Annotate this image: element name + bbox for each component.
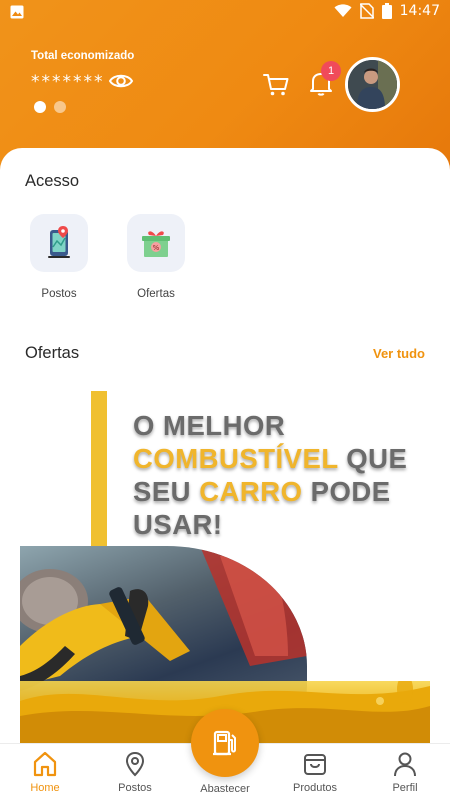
- status-bar: 14:47: [0, 0, 450, 26]
- content-card: Acesso Postos % Ofertas Ofertas Ver tudo…: [0, 148, 450, 748]
- map-phone-icon: [48, 226, 70, 258]
- nav-postos[interactable]: Postos: [100, 750, 170, 794]
- banner-text-part: PODE: [302, 476, 391, 507]
- nav-label: Home: [30, 782, 60, 794]
- eye-icon[interactable]: [108, 68, 134, 94]
- home-icon: [33, 751, 57, 777]
- banner-headline: O MELHOR COMBUSTÍVEL QUE SEU CARRO PODE …: [133, 409, 423, 541]
- wifi-icon: [334, 4, 352, 17]
- map-pin-icon: [125, 751, 145, 777]
- banner-line-4: USAR!: [133, 509, 223, 540]
- refuel-button[interactable]: [191, 709, 259, 777]
- total-saved-value: *******: [31, 72, 105, 92]
- status-time: 14:47: [399, 3, 440, 19]
- offer-banner[interactable]: O MELHOR COMBUSTÍVEL QUE SEU CARRO PODE …: [20, 391, 430, 746]
- offers-title: Ofertas: [25, 344, 80, 362]
- svg-text:%: %: [153, 244, 160, 252]
- banner-line-1: O MELHOR: [133, 410, 286, 441]
- avatar-photo: [348, 60, 397, 109]
- battery-icon: [381, 3, 392, 19]
- notification-badge: 1: [321, 61, 341, 81]
- banner-line-3: SEU CARRO PODE: [133, 475, 423, 508]
- user-icon: [394, 752, 416, 777]
- access-tile[interactable]: [30, 214, 88, 272]
- no-sim-icon: [359, 3, 374, 19]
- access-item-postos[interactable]: Postos: [29, 214, 89, 300]
- banner-text-part: QUE: [338, 443, 408, 474]
- nav-label-abastecer[interactable]: Abastecer: [185, 783, 265, 795]
- fuel-pump-icon: [213, 730, 236, 756]
- carousel-dot-active[interactable]: [34, 101, 46, 113]
- carousel-dot[interactable]: [54, 101, 66, 113]
- total-saved-label: Total economizado: [31, 50, 135, 62]
- see-all-link[interactable]: Ver tudo: [373, 346, 425, 361]
- nav-label: Postos: [118, 782, 152, 794]
- nav-produtos[interactable]: Produtos: [280, 750, 350, 794]
- access-item-ofertas[interactable]: % Ofertas: [126, 214, 186, 300]
- nav-home[interactable]: Home: [10, 750, 80, 794]
- nav-label: Produtos: [292, 782, 338, 794]
- gallery-icon: [10, 5, 24, 19]
- banner-highlight: COMBUSTÍVEL: [133, 443, 339, 474]
- avatar[interactable]: [345, 57, 400, 112]
- carousel-dots: [34, 101, 66, 113]
- banner-accent-bar: [91, 391, 107, 551]
- nav-label: Perfil: [392, 782, 418, 794]
- access-tile[interactable]: %: [127, 214, 185, 272]
- banner-line-2: COMBUSTÍVEL QUE: [133, 442, 423, 475]
- cart-icon[interactable]: [262, 70, 290, 98]
- banner-text-part: SEU: [133, 476, 200, 507]
- shopping-bag-icon: [304, 754, 326, 775]
- nav-perfil[interactable]: Perfil: [370, 750, 440, 794]
- banner-highlight: CARRO: [199, 476, 303, 507]
- gift-box-icon: %: [142, 231, 170, 257]
- access-label: Ofertas: [137, 288, 175, 300]
- access-label: Postos: [41, 288, 77, 300]
- access-title: Acesso: [25, 172, 80, 190]
